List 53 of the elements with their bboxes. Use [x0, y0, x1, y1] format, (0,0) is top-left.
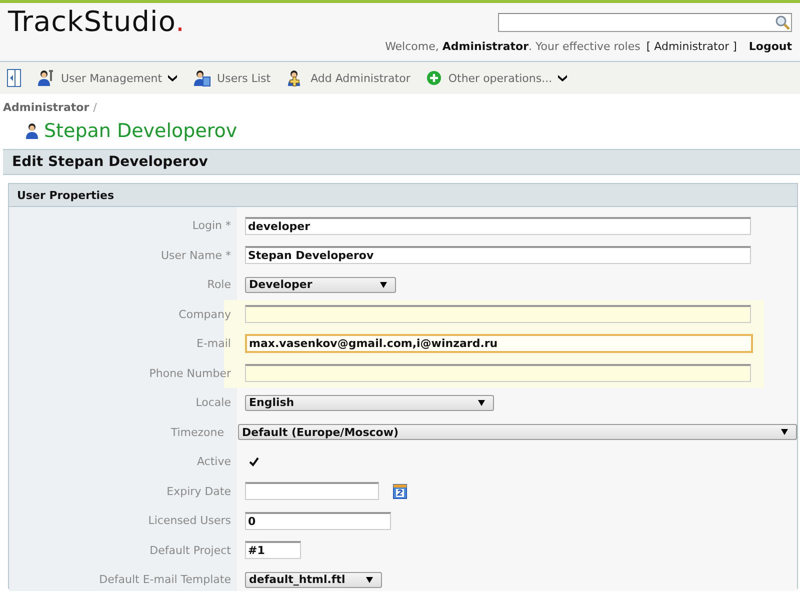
caret-icon [380, 282, 387, 288]
input-field[interactable] [245, 364, 751, 382]
menu-button[interactable]: User Management [37, 69, 178, 87]
welcome-text: Welcome, Administrator. Your effective roles [385, 40, 640, 53]
user-icon [26, 123, 38, 139]
caret-icon [781, 429, 788, 436]
user-icon [193, 69, 212, 87]
field-label: Phone Number [149, 366, 231, 380]
caret-icon [558, 74, 568, 82]
breadcrumb-link[interactable]: Administrator [3, 101, 90, 114]
input-field[interactable]: Stepan Developerov [245, 246, 751, 264]
caret-icon [366, 576, 373, 583]
input-field[interactable] [245, 305, 751, 324]
field-label: Locale [196, 396, 231, 410]
field-label: E-mail [196, 337, 231, 350]
roles-link[interactable]: [ Administrator ] [646, 40, 737, 53]
input-field[interactable]: developer [245, 216, 751, 235]
caret-icon [478, 400, 485, 406]
field-label: Timezone [170, 426, 224, 439]
search-field[interactable] [498, 13, 792, 32]
calendar-icon[interactable] [393, 483, 407, 500]
caret-icon [168, 74, 178, 82]
search-icon [775, 14, 791, 30]
dropdown[interactable]: Developer [245, 276, 396, 293]
input-field[interactable]: 0 [245, 512, 391, 530]
dropdown[interactable]: Default (Europe/Moscow) [238, 424, 797, 440]
field-label: Default E-mail Template [99, 573, 231, 586]
checkbox[interactable] [248, 456, 260, 468]
panel-title: Edit Stepan Developerov [12, 154, 208, 170]
logout-link[interactable]: Logout [748, 40, 792, 53]
input-field[interactable]: #1 [245, 541, 301, 560]
page-title: Stepan Developerov [44, 120, 238, 142]
dropdown[interactable]: English [245, 394, 494, 411]
field-label: Role [207, 278, 231, 292]
toolbar-link[interactable]: Add Administrator [286, 69, 410, 87]
input-field[interactable]: max.vasenkov@gmail.com,i@winzard.ru [245, 334, 753, 354]
field-label: Login * [192, 219, 231, 232]
field-label: Licensed Users [148, 514, 231, 528]
breadcrumb-separator: / [93, 101, 97, 114]
section-title: User Properties [17, 188, 114, 202]
field-label: Active [196, 455, 231, 468]
plus-circle-icon [426, 70, 442, 86]
collapse-sidebar-icon[interactable] [7, 69, 21, 87]
user-icon [37, 69, 55, 87]
field-label: User Name * [160, 248, 231, 262]
input-field[interactable] [245, 482, 379, 500]
field-label: Expiry Date [166, 484, 231, 498]
menu-button[interactable]: Other operations... [426, 70, 568, 86]
logo: TrackStudio. [8, 5, 185, 39]
toolbar-link[interactable]: Users List [193, 69, 271, 87]
field-label: Default Project [150, 544, 231, 557]
dropdown[interactable]: default_html.ftl [245, 572, 382, 588]
field-label: Company [178, 308, 231, 321]
